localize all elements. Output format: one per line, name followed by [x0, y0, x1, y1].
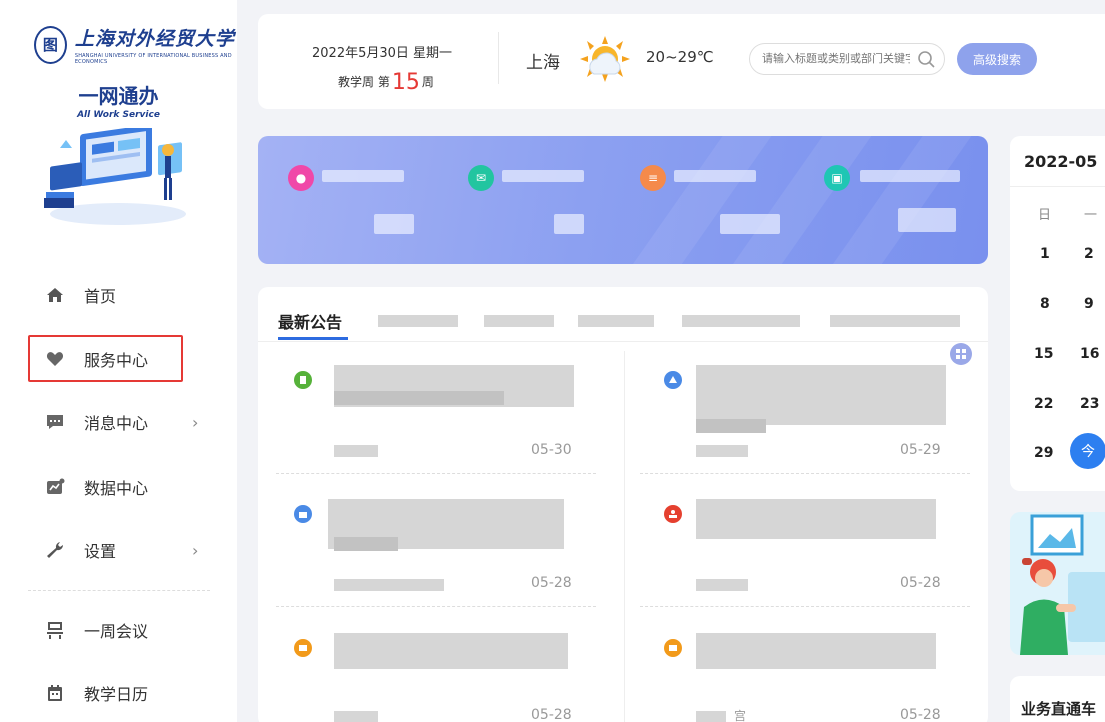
- wrench-icon: [47, 542, 64, 558]
- tab-blurred[interactable]: [578, 315, 654, 327]
- active-tab-indicator: [278, 337, 348, 340]
- sidebar-item-teaching-calendar[interactable]: 教学日历: [0, 668, 237, 718]
- stat-card-notifications[interactable]: ●: [288, 165, 314, 191]
- weather-city: 上海: [526, 53, 560, 73]
- weather-temperature: 20~29℃: [646, 48, 714, 66]
- stat-card-wallet[interactable]: ▣: [824, 165, 850, 191]
- search-icon[interactable]: [917, 50, 937, 70]
- product-title: 一网通办 All Work Service: [0, 80, 237, 120]
- weekday-label: 一: [1084, 208, 1098, 223]
- calendar-day[interactable]: 8: [1040, 296, 1050, 312]
- sidebar-item-label: 数据中心: [84, 479, 149, 498]
- notice-date: 05-29: [900, 442, 941, 458]
- mail-icon: ✉: [468, 165, 494, 191]
- promo-banner[interactable]: [1010, 512, 1105, 655]
- workspace-illustration-icon: [44, 128, 186, 225]
- notice-category-icon: [664, 371, 682, 389]
- notice-date: 05-30: [531, 442, 572, 458]
- stat-card-messages[interactable]: ✉: [468, 165, 494, 191]
- calendar-day[interactable]: 22: [1034, 396, 1053, 412]
- product-name: 一网通办: [78, 84, 159, 108]
- sidebar-item-settings[interactable]: 设置 ›: [0, 525, 237, 575]
- tab-blurred[interactable]: [484, 315, 554, 327]
- notice-date: 05-28: [531, 707, 572, 722]
- message-icon: [47, 415, 63, 429]
- advanced-search-button[interactable]: 高级搜索: [957, 43, 1037, 75]
- business-direct-panel: 业务直通车: [1010, 676, 1105, 722]
- home-icon: [47, 288, 63, 302]
- selected-item-highlight: [28, 335, 183, 382]
- sidebar-item-label: 一周会议: [84, 622, 149, 641]
- sidebar-item-label: 设置: [84, 542, 117, 561]
- top-bar: 2022年5月30日 星期一 教学周 第15周 上海 20~29℃ 高级搜索: [258, 14, 1105, 109]
- university-name-en: SHANGHAI UNIVERSITY OF INTERNATIONAL BUS…: [74, 53, 232, 65]
- calendar-day[interactable]: 15: [1034, 346, 1053, 362]
- sidebar-item-label: 消息中心: [84, 414, 149, 433]
- tab-blurred[interactable]: [378, 315, 458, 327]
- stats-banner: ● ✉ ≡ ▣: [258, 136, 988, 264]
- partly-sunny-icon: [580, 36, 630, 82]
- search-input[interactable]: [749, 43, 945, 75]
- week-suffix: 周: [421, 75, 434, 89]
- sidebar-item-weekly-meeting[interactable]: 一周会议: [0, 605, 237, 655]
- product-name-en: All Work Service: [77, 110, 160, 120]
- chevron-right-icon: ›: [192, 540, 199, 560]
- sidebar-item-label: 教学日历: [84, 685, 149, 704]
- wallet-icon: ▣: [824, 165, 850, 191]
- current-date: 2022年5月30日 星期一: [312, 46, 453, 61]
- week-number: 15: [391, 70, 420, 95]
- university-logo[interactable]: 图 上海对外经贸大学 SHANGHAI UNIVERSITY OF INTERN…: [34, 24, 237, 65]
- chart-icon: [47, 478, 65, 494]
- calendar-today-button[interactable]: 今: [1070, 433, 1105, 469]
- teaching-week: 教学周 第15 周: [338, 67, 434, 95]
- notice-category-icon: [294, 371, 312, 389]
- weekday-label: 日: [1038, 208, 1052, 223]
- chevron-right-icon: ›: [192, 412, 199, 432]
- stat-card-data[interactable]: ≡: [640, 165, 666, 191]
- notice-panel: 最新公告 05-30 05-29 05-28 05-28 05-28 宫 05-…: [258, 287, 988, 722]
- sidebar-item-label: 首页: [84, 287, 117, 306]
- notice-category-icon: [294, 505, 312, 523]
- notice-category-icon: [664, 639, 682, 657]
- calendar-day[interactable]: 16: [1080, 346, 1099, 362]
- calendar-day[interactable]: 2: [1084, 246, 1094, 262]
- grid-menu-icon[interactable]: [950, 343, 972, 365]
- bell-icon: ●: [288, 165, 314, 191]
- notice-category-icon: [664, 505, 682, 523]
- business-direct-title: 业务直通车: [1021, 700, 1097, 718]
- calendar-day[interactable]: 9: [1084, 296, 1094, 312]
- week-prefix: 教学周 第: [338, 75, 390, 89]
- calendar-day[interactable]: 23: [1080, 396, 1099, 412]
- sidebar-item-home[interactable]: 首页: [0, 270, 237, 320]
- notice-category-icon: [294, 639, 312, 657]
- calendar-icon: [48, 685, 62, 701]
- sidebar-item-message-center[interactable]: 消息中心 ›: [0, 397, 237, 447]
- notice-partial-text: 宫: [734, 709, 747, 722]
- menu-divider: [28, 590, 210, 591]
- tab-latest-notices[interactable]: 最新公告: [278, 309, 342, 333]
- calendar-month[interactable]: 2022-05: [1024, 152, 1097, 171]
- notice-date: 05-28: [900, 575, 941, 591]
- calendar-day[interactable]: 29: [1034, 445, 1053, 461]
- sidebar-item-data-center[interactable]: 数据中心: [0, 462, 237, 512]
- notice-date: 05-28: [900, 707, 941, 722]
- tab-blurred[interactable]: [830, 315, 960, 327]
- person-working-illustration-icon: [1020, 514, 1105, 655]
- tab-blurred[interactable]: [682, 315, 800, 327]
- notice-date: 05-28: [531, 575, 572, 591]
- university-name: 上海对外经贸大学: [74, 28, 235, 50]
- meeting-icon: [47, 622, 63, 639]
- topbar-divider: [498, 32, 499, 84]
- calendar-day[interactable]: 1: [1040, 246, 1050, 262]
- database-icon: ≡: [640, 165, 666, 191]
- university-seal-icon: 图: [34, 25, 67, 64]
